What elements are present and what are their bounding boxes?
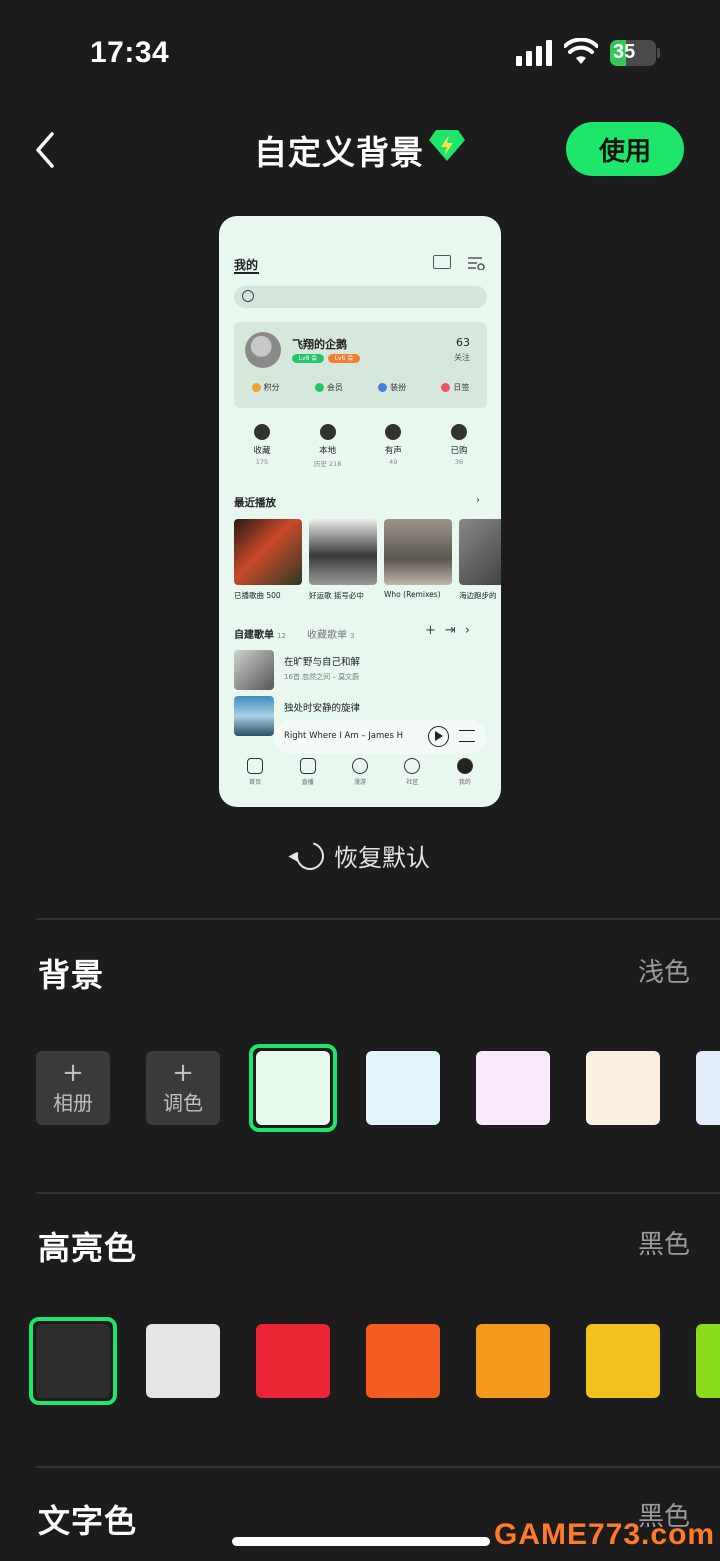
nav-roam: 漫游 <box>342 758 378 786</box>
use-button[interactable]: 使用 <box>566 122 684 176</box>
refresh-icon <box>290 836 330 875</box>
divider <box>36 1466 720 1468</box>
recent-cover: 已播歌曲 500 <box>234 519 302 601</box>
points-item: 积分 <box>251 382 280 393</box>
dressup-item: 装扮 <box>378 382 406 393</box>
follow-label: 关注 <box>454 353 470 362</box>
level-badge: Lv8 会 <box>292 354 324 363</box>
highlight-section-title: 高亮色 <box>38 1229 138 1267</box>
watermark: GAME773.com <box>494 1518 716 1551</box>
level-badge: Lv6 会 <box>328 354 360 363</box>
nav-live: 直播 <box>290 758 326 786</box>
highlight-swatch[interactable] <box>476 1324 550 1398</box>
background-section-title: 背景 <box>38 956 105 994</box>
highlight-swatch[interactable] <box>256 1324 330 1398</box>
local-item: 本地 历史 218 <box>300 424 356 468</box>
recent-cover: Who (Remixes) <box>384 519 452 601</box>
home-icon <box>247 758 264 774</box>
divider <box>36 918 720 920</box>
wifi-icon <box>564 38 598 64</box>
chat-icon <box>404 758 421 774</box>
text-color-section-title: 文字色 <box>38 1502 138 1540</box>
highlight-swatch[interactable] <box>36 1324 110 1398</box>
nav-home: 首页 <box>237 758 273 786</box>
bg-swatch[interactable] <box>256 1051 330 1125</box>
user-icon <box>456 758 473 774</box>
status-time: 17:34 <box>90 36 170 69</box>
bg-swatch[interactable] <box>476 1051 550 1125</box>
playlist-row: 在旷野与自己和解 16首 忽然之间 – 莫文蔚 <box>234 650 494 690</box>
broadcast-icon <box>351 758 368 774</box>
mail-icon <box>433 255 451 269</box>
preview-bottom-nav: 首页 直播 漫游 社区 我的 <box>219 758 501 786</box>
daily-item: 日签 <box>441 382 469 393</box>
chevron-right-icon: › <box>476 495 480 506</box>
battery-level: 35 <box>613 41 636 63</box>
page-title: 自定义背景 <box>254 133 424 172</box>
avatar <box>245 332 281 368</box>
bg-swatch[interactable] <box>696 1051 720 1125</box>
mix-color-button[interactable]: + 调色 <box>146 1051 220 1125</box>
nav-mine: 我的 <box>447 758 483 786</box>
bag-icon <box>450 424 467 440</box>
recent-title: 最近播放 <box>234 497 276 509</box>
restore-default-label: 恢复默认 <box>334 844 430 872</box>
audiobook-item: 有声 49 <box>365 424 421 468</box>
battery-icon: 35 <box>610 40 660 66</box>
playlist-actions-icon: +⇥› <box>425 623 479 638</box>
purchased-item: 已购 36 <box>431 424 487 468</box>
collected-playlists-tab: 收藏歌单 3 <box>307 630 355 641</box>
highlight-swatch[interactable] <box>696 1324 720 1398</box>
recent-cover: 好运歌 摇号必中 <box>309 519 377 601</box>
bg-swatch[interactable] <box>586 1051 660 1125</box>
heart-icon <box>254 424 270 440</box>
preview-search-bar <box>234 286 487 308</box>
favorites-item: 收藏 175 <box>234 424 290 468</box>
background-mode-value[interactable]: 浅色 <box>638 952 690 989</box>
restore-default-button[interactable]: 恢复默认 <box>290 836 430 875</box>
vip-diamond-icon <box>429 130 465 161</box>
nav-community: 社区 <box>394 758 430 786</box>
plus-icon: + <box>62 1058 84 1088</box>
download-icon <box>319 424 336 440</box>
preview-tab-mine: 我的 <box>234 258 259 272</box>
home-indicator[interactable] <box>232 1537 490 1546</box>
divider <box>36 1192 720 1194</box>
user-name: 飞翔的企鹅 <box>292 338 347 351</box>
album-button[interactable]: + 相册 <box>36 1051 110 1125</box>
highlight-swatch[interactable] <box>586 1324 660 1398</box>
bg-swatch[interactable] <box>366 1051 440 1125</box>
recent-cover: 海边跑步的 <box>459 519 501 601</box>
highlight-swatch[interactable] <box>146 1324 220 1398</box>
plus-icon: + <box>172 1058 194 1088</box>
follow-count: 63 <box>456 336 470 349</box>
signal-icon <box>516 40 552 66</box>
settings-icon <box>468 257 485 270</box>
search-icon <box>242 290 254 302</box>
highlight-swatch[interactable] <box>366 1324 440 1398</box>
profile-card: 飞翔的企鹅 Lv8 会 Lv6 会 63 关注 积分 会员 装扮 日签 <box>234 322 487 408</box>
mic-icon <box>385 424 402 440</box>
created-playlists-tab: 自建歌单 12 <box>234 630 286 641</box>
back-icon[interactable] <box>28 128 68 172</box>
play-icon <box>428 726 449 747</box>
queue-icon <box>459 730 475 742</box>
highlight-value[interactable]: 黑色 <box>638 1224 690 1261</box>
play-square-icon <box>299 758 316 774</box>
mini-player: Right Where I Am – James H <box>274 720 486 754</box>
theme-preview: 我的 飞翔的企鹅 Lv8 会 Lv6 会 63 关注 积分 会员 装扮 日签 收… <box>219 216 501 807</box>
vip-item: 会员 <box>314 382 343 393</box>
